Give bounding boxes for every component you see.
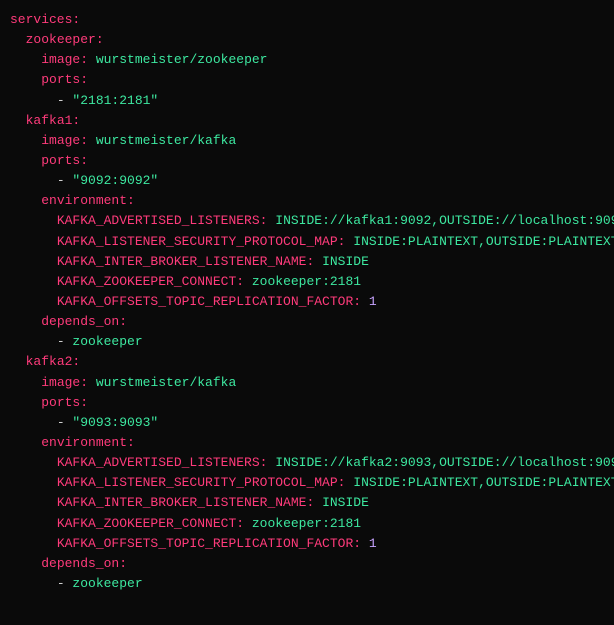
yaml-string: wurstmeister/kafka [96, 375, 236, 390]
code-line: KAFKA_ADVERTISED_LISTENERS: INSIDE://kaf… [10, 453, 614, 473]
yaml-string: "9092:9092" [72, 173, 158, 188]
yaml-key: environment: [41, 193, 135, 208]
yaml-string: zookeeper:2181 [252, 274, 361, 289]
code-line: depends_on: [10, 554, 614, 574]
code-line: depends_on: [10, 312, 614, 332]
yaml-string: wurstmeister/kafka [96, 133, 236, 148]
yaml-number: 1 [369, 536, 377, 551]
code-line: KAFKA_LISTENER_SECURITY_PROTOCOL_MAP: IN… [10, 232, 614, 252]
code-line: ports: [10, 70, 614, 90]
code-line: KAFKA_INTER_BROKER_LISTENER_NAME: INSIDE [10, 252, 614, 272]
yaml-string: "2181:2181" [72, 93, 158, 108]
yaml-text [244, 516, 252, 531]
code-line: KAFKA_ZOOKEEPER_CONNECT: zookeeper:2181 [10, 272, 614, 292]
code-line: environment: [10, 433, 614, 453]
yaml-key: KAFKA_LISTENER_SECURITY_PROTOCOL_MAP: [57, 475, 346, 490]
yaml-key: ports: [41, 72, 88, 87]
yaml-key: KAFKA_INTER_BROKER_LISTENER_NAME: [57, 495, 314, 510]
yaml-string: "9093:9093" [72, 415, 158, 430]
yaml-code-block: services: zookeeper: image: wurstmeister… [10, 10, 614, 594]
yaml-string: zookeeper [72, 576, 142, 591]
yaml-dash: - [57, 415, 73, 430]
yaml-key: services: [10, 12, 80, 27]
yaml-key: kafka2: [26, 354, 81, 369]
code-line: - zookeeper [10, 574, 614, 594]
yaml-key: image: [41, 375, 88, 390]
code-line: zookeeper: [10, 30, 614, 50]
code-line: - zookeeper [10, 332, 614, 352]
yaml-text [244, 274, 252, 289]
yaml-key: zookeeper: [26, 32, 104, 47]
code-line: - "2181:2181" [10, 91, 614, 111]
yaml-key: KAFKA_ADVERTISED_LISTENERS: [57, 213, 268, 228]
yaml-number: 1 [369, 294, 377, 309]
code-line: image: wurstmeister/kafka [10, 373, 614, 393]
code-line: KAFKA_ADVERTISED_LISTENERS: INSIDE://kaf… [10, 211, 614, 231]
code-line: KAFKA_INTER_BROKER_LISTENER_NAME: INSIDE [10, 493, 614, 513]
code-line: - "9093:9093" [10, 413, 614, 433]
yaml-key: ports: [41, 153, 88, 168]
yaml-key: image: [41, 52, 88, 67]
yaml-dash: - [57, 93, 73, 108]
code-line: environment: [10, 191, 614, 211]
yaml-dash: - [57, 334, 73, 349]
code-line: KAFKA_OFFSETS_TOPIC_REPLICATION_FACTOR: … [10, 292, 614, 312]
yaml-string: wurstmeister/zookeeper [96, 52, 268, 67]
yaml-key: depends_on: [41, 314, 127, 329]
code-line: ports: [10, 151, 614, 171]
code-line: KAFKA_LISTENER_SECURITY_PROTOCOL_MAP: IN… [10, 473, 614, 493]
code-line: KAFKA_ZOOKEEPER_CONNECT: zookeeper:2181 [10, 514, 614, 534]
code-line: kafka1: [10, 111, 614, 131]
yaml-string: INSIDE:PLAINTEXT,OUTSIDE:PLAINTEXT [353, 234, 614, 249]
code-line: KAFKA_OFFSETS_TOPIC_REPLICATION_FACTOR: … [10, 534, 614, 554]
yaml-text [314, 254, 322, 269]
yaml-string: INSIDE:PLAINTEXT,OUTSIDE:PLAINTEXT [353, 475, 614, 490]
yaml-string: INSIDE://kafka1:9092,OUTSIDE://localhost… [275, 213, 614, 228]
yaml-text [361, 294, 369, 309]
yaml-key: depends_on: [41, 556, 127, 571]
yaml-key: KAFKA_OFFSETS_TOPIC_REPLICATION_FACTOR: [57, 294, 361, 309]
code-line: image: wurstmeister/kafka [10, 131, 614, 151]
yaml-text [88, 52, 96, 67]
code-line: image: wurstmeister/zookeeper [10, 50, 614, 70]
yaml-text [88, 375, 96, 390]
yaml-key: image: [41, 133, 88, 148]
yaml-key: environment: [41, 435, 135, 450]
yaml-dash: - [57, 173, 73, 188]
code-line: kafka2: [10, 352, 614, 372]
yaml-string: INSIDE [322, 254, 369, 269]
yaml-key: KAFKA_OFFSETS_TOPIC_REPLICATION_FACTOR: [57, 536, 361, 551]
yaml-text [361, 536, 369, 551]
yaml-string: INSIDE [322, 495, 369, 510]
yaml-key: kafka1: [26, 113, 81, 128]
yaml-key: KAFKA_ZOOKEEPER_CONNECT: [57, 516, 244, 531]
yaml-key: KAFKA_ZOOKEEPER_CONNECT: [57, 274, 244, 289]
yaml-dash: - [57, 576, 73, 591]
yaml-string: zookeeper:2181 [252, 516, 361, 531]
yaml-text [88, 133, 96, 148]
yaml-key: KAFKA_INTER_BROKER_LISTENER_NAME: [57, 254, 314, 269]
yaml-string: zookeeper [72, 334, 142, 349]
yaml-string: INSIDE://kafka2:9093,OUTSIDE://localhost… [275, 455, 614, 470]
yaml-text [314, 495, 322, 510]
code-line: ports: [10, 393, 614, 413]
code-line: - "9092:9092" [10, 171, 614, 191]
code-line: services: [10, 10, 614, 30]
yaml-key: KAFKA_LISTENER_SECURITY_PROTOCOL_MAP: [57, 234, 346, 249]
yaml-key: KAFKA_ADVERTISED_LISTENERS: [57, 455, 268, 470]
yaml-key: ports: [41, 395, 88, 410]
